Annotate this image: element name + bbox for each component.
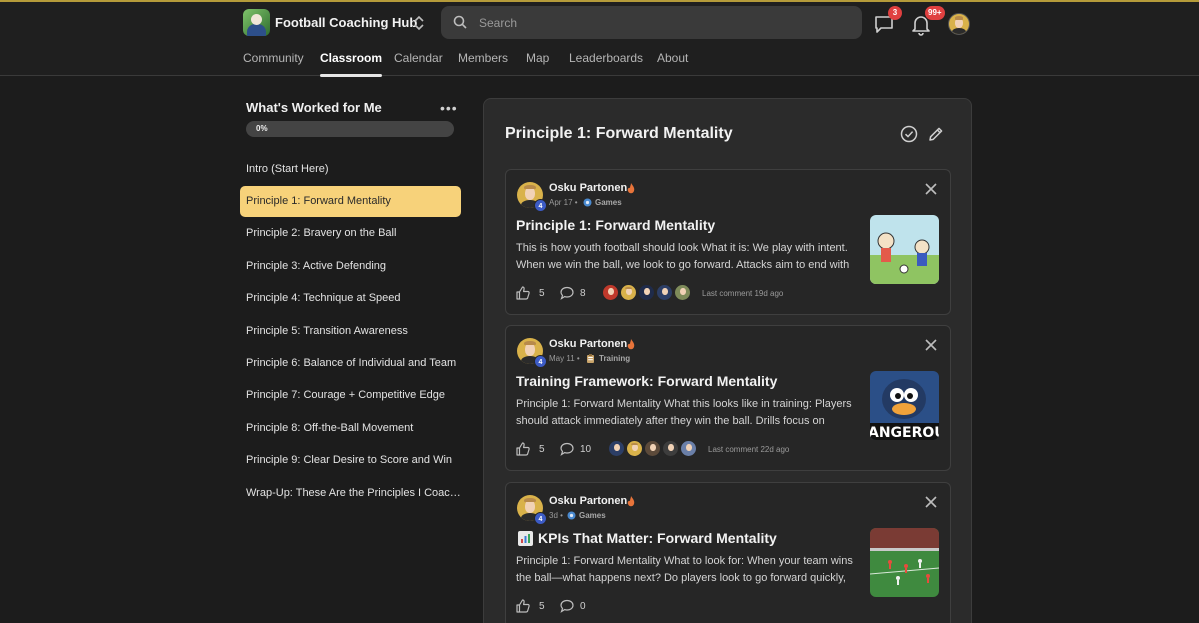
close-icon[interactable] — [924, 338, 938, 352]
comment-count: 10 — [580, 444, 592, 455]
author-name[interactable]: Osku Partonen — [549, 182, 627, 194]
last-comment-time: Last comment 22d ago — [708, 445, 790, 454]
close-icon[interactable] — [924, 495, 938, 509]
post-title[interactable]: KPIs That Matter: Forward Mentality — [538, 530, 777, 546]
games-category-icon — [583, 198, 592, 207]
like-icon[interactable] — [516, 442, 530, 456]
author-name[interactable]: Osku Partonen — [549, 338, 627, 350]
games-category-icon — [567, 511, 576, 520]
commenter-avatar — [608, 440, 625, 457]
like-icon[interactable] — [516, 599, 530, 613]
post-excerpt: Principle 1: Forward Mentality What to l… — [516, 555, 853, 584]
commenter-avatar — [680, 440, 697, 457]
comment-icon[interactable] — [560, 286, 574, 300]
commenter-avatar — [662, 440, 679, 457]
level-badge: 4 — [534, 355, 547, 368]
like-count: 5 — [539, 444, 545, 455]
post-thumbnail[interactable] — [870, 215, 939, 284]
progress-label: 0% — [256, 124, 268, 133]
tab-about[interactable]: About — [657, 51, 688, 65]
post-date: 3d • — [549, 511, 563, 520]
commenter-avatar — [620, 284, 637, 301]
edit-icon[interactable] — [927, 125, 945, 143]
tab-members[interactable]: Members — [458, 51, 508, 65]
commenter-avatar — [602, 284, 619, 301]
commenter-avatar — [638, 284, 655, 301]
chat-badge: 3 — [888, 6, 902, 20]
lesson-item[interactable]: Principle 7: Courage + Competitive Edge — [240, 380, 461, 411]
tab-community[interactable]: Community — [243, 51, 304, 65]
author-name[interactable]: Osku Partonen — [549, 495, 627, 507]
lesson-item[interactable]: Intro (Start Here) — [240, 154, 461, 185]
course-title: What's Worked for Me — [246, 100, 382, 115]
clipboard-category-icon — [587, 354, 594, 363]
thumbnail-caption: ANGEROUS — [870, 425, 939, 440]
chart-icon — [518, 531, 533, 546]
lesson-item-active[interactable]: Principle 1: Forward Mentality — [240, 186, 461, 217]
level-badge: 4 — [534, 199, 547, 212]
tab-leaderboards[interactable]: Leaderboards — [569, 51, 643, 65]
like-count: 5 — [539, 601, 545, 612]
flame-icon — [627, 339, 635, 350]
header: Football Coaching Hub 3 99+ Community Cl… — [0, 2, 1199, 77]
app-name[interactable]: Football Coaching Hub — [275, 15, 417, 30]
lesson-item[interactable]: Principle 2: Bravery on the Ball — [240, 218, 461, 249]
like-count: 5 — [539, 288, 545, 299]
user-avatar[interactable] — [948, 13, 970, 35]
mark-complete-icon[interactable] — [900, 125, 918, 143]
post-card[interactable]: 4 Osku Partonen May 11 • Training Traini… — [505, 325, 951, 471]
post-thumbnail[interactable]: ANGEROUS — [870, 371, 939, 440]
commenter-avatar — [626, 440, 643, 457]
lesson-item[interactable]: Principle 3: Active Defending — [240, 251, 461, 282]
post-category[interactable]: Training — [599, 354, 630, 363]
lesson-panel: Principle 1: Forward Mentality 4 Osku Pa… — [483, 98, 972, 623]
flame-icon — [627, 183, 635, 194]
commenter-avatar — [674, 284, 691, 301]
post-date: Apr 17 • — [549, 198, 578, 207]
more-options-icon[interactable]: ••• — [440, 100, 458, 116]
post-title[interactable]: Principle 1: Forward Mentality — [516, 217, 715, 233]
tab-classroom[interactable]: Classroom — [320, 51, 383, 77]
course-progress-bar: 0% — [246, 121, 454, 137]
search-input[interactable] — [479, 6, 849, 39]
search-bar[interactable] — [441, 6, 862, 39]
comment-icon[interactable] — [560, 599, 574, 613]
tab-calendar[interactable]: Calendar — [394, 51, 443, 65]
post-excerpt: This is how youth football should look W… — [516, 242, 850, 271]
lesson-item[interactable]: Principle 8: Off-the-Ball Movement — [240, 413, 461, 444]
search-icon — [453, 15, 467, 29]
comment-count: 0 — [580, 601, 586, 612]
post-category[interactable]: Games — [595, 198, 622, 207]
comment-icon[interactable] — [560, 442, 574, 456]
commenter-avatar — [656, 284, 673, 301]
lesson-item[interactable]: Principle 9: Clear Desire to Score and W… — [240, 445, 461, 476]
post-card[interactable]: 4 Osku Partonen 3d • Games KPIs That Mat… — [505, 482, 951, 623]
lesson-item[interactable]: Principle 4: Technique at Speed — [240, 283, 461, 314]
lesson-item[interactable]: Principle 6: Balance of Individual and T… — [240, 348, 461, 379]
notification-badge: 99+ — [925, 6, 945, 20]
flame-icon — [627, 496, 635, 507]
last-comment-time: Last comment 19d ago — [702, 289, 784, 298]
post-thumbnail[interactable] — [870, 528, 939, 597]
tab-map[interactable]: Map — [526, 51, 549, 65]
post-excerpt: Principle 1: Forward Mentality What this… — [516, 398, 852, 427]
commenter-avatar — [644, 440, 661, 457]
lesson-item[interactable]: Principle 5: Transition Awareness — [240, 316, 461, 347]
post-card[interactable]: 4 Osku Partonen Apr 17 • Games Principle… — [505, 169, 951, 315]
post-category[interactable]: Games — [579, 511, 606, 520]
switch-group-icon[interactable] — [412, 14, 426, 32]
lesson-title: Principle 1: Forward Mentality — [505, 125, 733, 142]
comment-count: 8 — [580, 288, 586, 299]
close-icon[interactable] — [924, 182, 938, 196]
app-logo[interactable] — [243, 9, 270, 36]
post-date: May 11 • — [549, 354, 580, 363]
level-badge: 4 — [534, 512, 547, 525]
post-title[interactable]: Training Framework: Forward Mentality — [516, 373, 777, 389]
lesson-item[interactable]: Wrap-Up: These Are the Principles I Coac… — [240, 478, 461, 509]
like-icon[interactable] — [516, 286, 530, 300]
